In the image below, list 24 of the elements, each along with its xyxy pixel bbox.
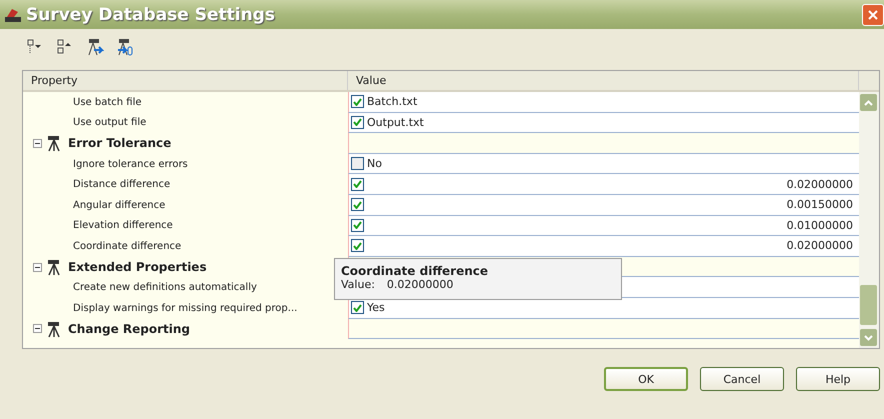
property-label: Ignore tolerance errors [73,158,188,170]
property-label: Coordinate difference [73,240,182,252]
value-text: Batch.txt [367,95,418,108]
property-label: Use batch file [73,96,142,108]
tooltip-value: 0.02000000 [386,278,454,291]
property-label: Distance difference [73,179,170,190]
tooltip-label: Value: [341,278,375,291]
window-title: Survey Database Settings [26,4,275,24]
property-label: Create new definitions automatically [73,282,257,294]
value-text: No [367,157,382,170]
category-label: Change Reporting [68,322,190,336]
value-number: 0.02000000 [786,178,854,191]
category-label: Extended Properties [68,260,207,274]
value-text: Output.txt [367,116,424,129]
value-number: 0.01000000 [786,218,854,232]
property-label: Display warnings for missing required prop... [73,302,298,314]
value-number: 0.02000000 [786,239,854,252]
tooltip-title: Coordinate difference [341,264,490,278]
value-number: 0.00150000 [786,198,854,212]
property-label: Elevation difference [73,220,173,232]
property-label: Use output file [73,117,146,128]
property-label: Angular difference [73,200,166,211]
category-label: Error Tolerance [68,136,172,150]
value-text: Yes [367,301,385,314]
